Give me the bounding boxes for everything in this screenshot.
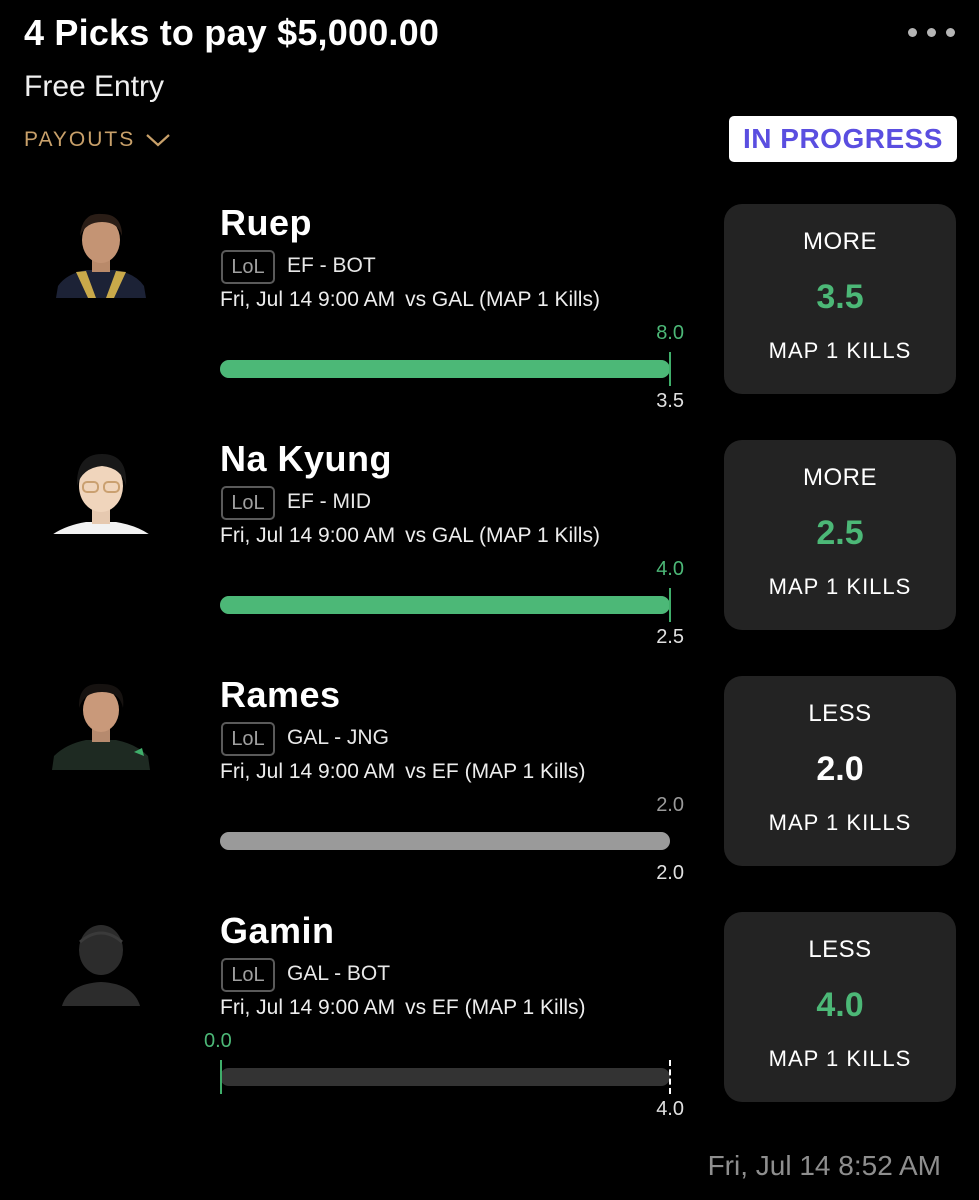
game-info: Fri, Jul 14 9:00 AM vs EF (MAP 1 Kills) (220, 996, 586, 1020)
matchup: vs EF (MAP 1 Kills) (405, 996, 586, 1019)
selection-direction: LESS (808, 700, 872, 727)
selection-line: 2.0 (816, 750, 864, 788)
more-horizontal-icon (908, 28, 917, 37)
payouts-label: PAYOUTS (24, 128, 136, 151)
pick-row: Gamin LoL GAL - BOT Fri, Jul 14 9:00 AM v… (0, 908, 979, 1128)
league-tag: LoL (221, 722, 275, 756)
pick-row: Na Kyung LoL EF - MID Fri, Jul 14 9:00 A… (0, 436, 979, 656)
team-position: GAL - BOT (287, 962, 391, 985)
payouts-toggle[interactable]: PAYOUTS (24, 128, 171, 152)
selection-line: 3.5 (816, 278, 864, 316)
team-position: EF - BOT (287, 254, 376, 277)
matchup: vs EF (MAP 1 Kills) (405, 760, 586, 783)
chevron-down-icon (146, 134, 170, 147)
actual-value: 2.0 (656, 794, 684, 816)
player-avatar (46, 442, 156, 534)
team-position: GAL - JNG (287, 726, 389, 749)
progress-fill (220, 596, 670, 614)
selection-card[interactable]: LESS 4.0 MAP 1 KILLS (724, 912, 956, 1102)
actual-value: 4.0 (656, 558, 684, 580)
selection-card[interactable]: MORE 3.5 MAP 1 KILLS (724, 204, 956, 394)
more-horizontal-icon (927, 28, 936, 37)
game-time: Fri, Jul 14 9:00 AM (220, 996, 396, 1019)
game-info: Fri, Jul 14 9:00 AM vs GAL (MAP 1 Kills) (220, 524, 600, 548)
selection-direction: MORE (803, 228, 877, 255)
team-position: EF - MID (287, 490, 371, 513)
game-info: Fri, Jul 14 9:00 AM vs GAL (MAP 1 Kills) (220, 288, 600, 312)
selection-stat: MAP 1 KILLS (768, 574, 912, 599)
selection-card[interactable]: MORE 2.5 MAP 1 KILLS (724, 440, 956, 630)
progress-track (220, 1068, 670, 1086)
line-marker (669, 352, 671, 386)
progress-track (220, 596, 670, 614)
game-time: Fri, Jul 14 9:00 AM (220, 524, 396, 547)
status-badge: IN PROGRESS (729, 116, 957, 162)
game-time: Fri, Jul 14 9:00 AM (220, 288, 396, 311)
actual-value: 8.0 (656, 322, 684, 344)
selection-stat: MAP 1 KILLS (768, 338, 912, 363)
player-name: Gamin (220, 910, 335, 951)
league-tag: LoL (221, 250, 275, 284)
league-tag: LoL (221, 486, 275, 520)
selection-line: 2.5 (816, 514, 864, 552)
selection-direction: LESS (808, 936, 872, 963)
user-placeholder-icon (61, 925, 141, 1006)
selection-line: 4.0 (816, 986, 864, 1024)
matchup: vs GAL (MAP 1 Kills) (405, 288, 600, 311)
selection-direction: MORE (803, 464, 877, 491)
matchup: vs GAL (MAP 1 Kills) (405, 524, 600, 547)
progress-track (220, 360, 670, 378)
selection-stat: MAP 1 KILLS (768, 810, 912, 835)
line-value: 2.5 (656, 626, 684, 648)
player-name: Rames (220, 674, 341, 715)
entry-title: 4 Picks to pay $5,000.00 (24, 12, 440, 53)
game-info: Fri, Jul 14 9:00 AM vs EF (MAP 1 Kills) (220, 760, 586, 784)
line-marker (669, 588, 671, 622)
league-tag: LoL (221, 958, 275, 992)
entry-type-label: Free Entry (24, 70, 165, 103)
line-marker (669, 1060, 671, 1094)
progress-fill (220, 832, 670, 850)
more-horizontal-icon (946, 28, 955, 37)
pick-row: Ruep LoL EF - BOT Fri, Jul 14 9:00 AM vs … (0, 200, 979, 420)
progress-track (220, 832, 670, 850)
player-avatar (46, 678, 156, 770)
line-value: 3.5 (656, 390, 684, 412)
last-updated-timestamp: Fri, Jul 14 8:52 AM (707, 1150, 941, 1181)
progress-fill (220, 360, 670, 378)
line-value: 4.0 (656, 1098, 684, 1120)
player-avatar (46, 206, 156, 298)
pick-row: Rames LoL GAL - JNG Fri, Jul 14 9:00 AM v… (0, 672, 979, 892)
actual-value: 0.0 (204, 1030, 232, 1052)
selection-card[interactable]: LESS 2.0 MAP 1 KILLS (724, 676, 956, 866)
more-options-button[interactable] (908, 28, 955, 37)
progress-start-marker (220, 1060, 222, 1094)
player-name: Na Kyung (220, 438, 393, 479)
player-name: Ruep (220, 202, 312, 243)
selection-stat: MAP 1 KILLS (768, 1046, 912, 1071)
line-value: 2.0 (656, 862, 684, 884)
game-time: Fri, Jul 14 9:00 AM (220, 760, 396, 783)
player-avatar (46, 914, 156, 1006)
